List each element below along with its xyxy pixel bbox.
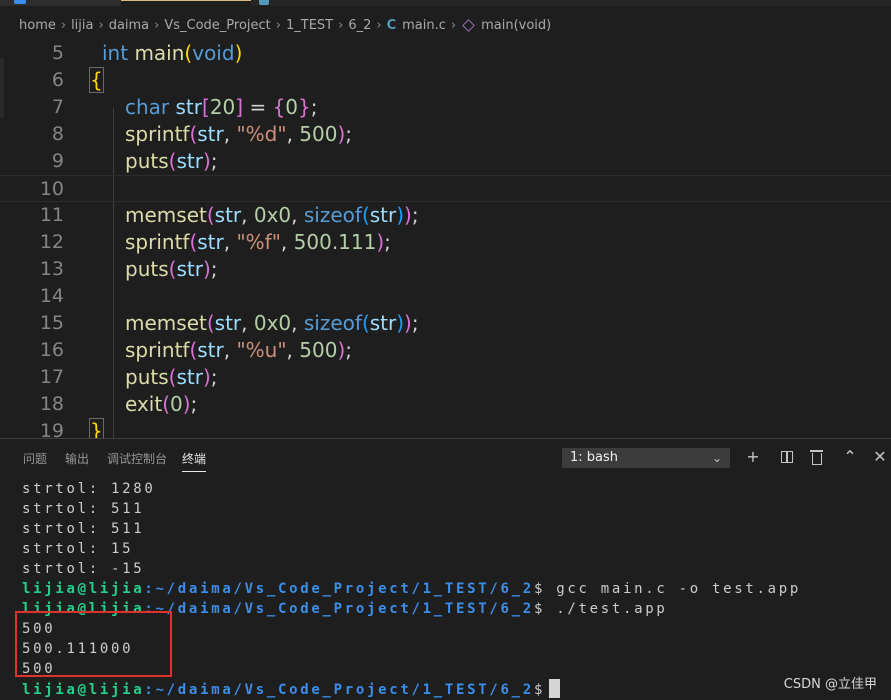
code-text: puts(str);	[125, 257, 218, 281]
chevron-right-icon: ›	[338, 17, 344, 33]
code-text: }	[89, 418, 104, 438]
code-line-18[interactable]: 18 exit(0);	[0, 391, 891, 418]
prompt-path: :~/daima/Vs_Code_Project/1_TEST/6_2	[144, 682, 534, 698]
code-text: puts(str);	[125, 149, 218, 173]
line-number: 14	[39, 285, 64, 307]
code-text: {	[89, 67, 104, 93]
bottom-panel: 问题 输出 调试控制台 终端 1: bash ⌄ + ⌃ ✕ strtol: 1…	[0, 438, 891, 699]
symbol-method-icon	[462, 18, 475, 32]
code-line-14[interactable]: 14	[0, 283, 891, 310]
terminal-prompt-line: lijia@lijia:~/daima/Vs_Code_Project/1_TE…	[22, 679, 561, 699]
prompt-command: $ ./test.app	[533, 601, 668, 617]
code-text: memset(str, 0x0, sizeof(str));	[125, 311, 419, 335]
code-text: sprintf(str, "%d", 500);	[125, 122, 353, 146]
chevron-up-icon[interactable]: ⌃	[841, 447, 859, 467]
tab-output[interactable]: 输出	[65, 450, 89, 467]
breadcrumb-item-6-2[interactable]: 6_2	[348, 18, 371, 33]
breadcrumb-item-project[interactable]: Vs_Code_Project	[164, 18, 270, 33]
code-line-5[interactable]: 5 int main(void)	[0, 40, 891, 67]
line-number: 6	[51, 69, 64, 91]
plus-icon[interactable]: +	[744, 447, 762, 467]
code-text: exit(0);	[125, 392, 198, 416]
terminal-prompt-line: lijia@lijia:~/daima/Vs_Code_Project/1_TE…	[22, 579, 801, 599]
terminal-select[interactable]: 1: bash ⌄	[562, 448, 730, 468]
code-line-13[interactable]: 13 puts(str);	[0, 256, 891, 283]
line-number: 15	[39, 312, 64, 334]
terminal-line: strtol: -15	[22, 561, 145, 577]
line-number: 10	[39, 178, 64, 200]
close-icon[interactable]: ✕	[871, 447, 889, 467]
terminal-line: strtol: 1280	[22, 481, 156, 497]
terminal-line: strtol: 15	[22, 541, 134, 557]
prompt-command: $ gcc main.c -o test.app	[533, 581, 802, 597]
code-line-12[interactable]: 12 sprintf(str, "%f", 500.111);	[0, 229, 891, 256]
breadcrumb-item-daima[interactable]: daima	[109, 18, 149, 33]
prompt-user: lijia@lijia	[22, 581, 145, 597]
code-line-19[interactable]: 19 }	[0, 418, 891, 438]
breadcrumb-symbol[interactable]: main(void)	[481, 18, 551, 33]
code-text: sprintf(str, "%u", 500);	[125, 338, 353, 362]
chevron-right-icon: ›	[60, 17, 67, 33]
line-number: 8	[51, 123, 64, 145]
line-number: 5	[51, 42, 64, 64]
line-number: 17	[39, 366, 64, 388]
chevron-right-icon: ›	[98, 17, 104, 33]
breadcrumb-item-lijia[interactable]: lijia	[71, 18, 93, 33]
split-icon[interactable]	[778, 447, 796, 468]
prompt-user: lijia@lijia	[22, 682, 145, 698]
c-file-icon	[259, 0, 269, 5]
line-number: 16	[39, 339, 64, 361]
code-line-8[interactable]: 8 sprintf(str, "%d", 500);	[0, 121, 891, 148]
terminal-cursor	[549, 679, 561, 698]
c-file-icon: C	[386, 17, 397, 33]
breadcrumb-item-test[interactable]: 1_TEST	[286, 18, 333, 33]
code-line-16[interactable]: 16 sprintf(str, "%u", 500);	[0, 337, 891, 364]
line-number: 13	[39, 258, 64, 280]
watermark: CSDN @立佳甲	[783, 677, 877, 692]
terminal-line: strtol: 511	[22, 521, 145, 537]
chevron-down-icon: ⌄	[711, 451, 722, 465]
prompt-command: $	[533, 682, 546, 698]
line-number: 19	[39, 420, 64, 438]
code-text: char str[20] = {0};	[125, 95, 318, 119]
line-number: 7	[51, 96, 64, 118]
line-number: 11	[39, 204, 64, 226]
prompt-path: :~/daima/Vs_Code_Project/1_TEST/6_2	[144, 601, 534, 617]
chevron-right-icon: ›	[376, 17, 382, 33]
breadcrumb-file[interactable]: main.c	[402, 18, 446, 33]
terminal-line: strtol: 511	[22, 501, 145, 517]
code-line-17[interactable]: 17 puts(str);	[0, 364, 891, 391]
code-editor[interactable]: 5 int main(void) 6 { 7 char str[20] = {0…	[0, 38, 891, 438]
tab-debug-console[interactable]: 调试控制台	[107, 450, 167, 467]
line-number: 12	[39, 231, 64, 253]
code-line-10[interactable]: 10	[0, 175, 891, 202]
trash-icon[interactable]	[808, 447, 826, 470]
tab-terminal[interactable]: 终端	[182, 450, 207, 472]
code-text: memset(str, 0x0, sizeof(str));	[125, 203, 419, 227]
code-line-9[interactable]: 9 puts(str);	[0, 148, 891, 175]
chevron-right-icon: ›	[154, 17, 160, 33]
line-number: 9	[51, 150, 64, 172]
code-text: int main(void)	[102, 41, 243, 65]
code-line-7[interactable]: 7 char str[20] = {0};	[0, 94, 891, 121]
panel-tab-bar: 问题 输出 调试控制台 终端 1: bash ⌄ + ⌃ ✕	[0, 439, 891, 477]
code-text: sprintf(str, "%f", 500.111);	[125, 230, 391, 254]
terminal[interactable]: strtol: 1280 strtol: 511 strtol: 511 str…	[0, 477, 891, 700]
prompt-path: :~/daima/Vs_Code_Project/1_TEST/6_2	[144, 581, 534, 597]
code-line-11[interactable]: 11 memset(str, 0x0, sizeof(str));	[0, 202, 891, 229]
code-text: puts(str);	[125, 365, 218, 389]
tab-problems[interactable]: 问题	[23, 450, 47, 467]
code-line-6[interactable]: 6 {	[0, 67, 891, 94]
line-number: 18	[39, 393, 64, 415]
terminal-select-value: 1: bash	[570, 450, 619, 465]
code-line-15[interactable]: 15 memset(str, 0x0, sizeof(str));	[0, 310, 891, 337]
output-highlight-box	[15, 611, 172, 677]
breadcrumb-item-home[interactable]: home	[19, 18, 56, 33]
vscode-icon	[14, 0, 26, 4]
chevron-right-icon: ›	[275, 17, 281, 33]
chevron-right-icon: ›	[450, 17, 457, 33]
